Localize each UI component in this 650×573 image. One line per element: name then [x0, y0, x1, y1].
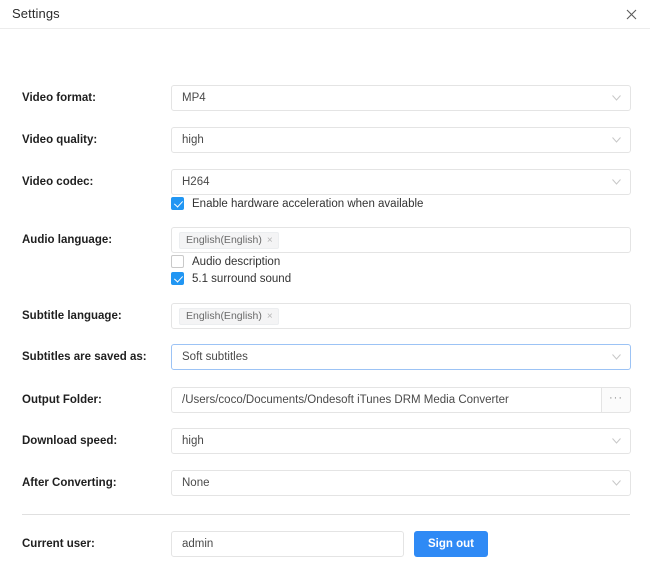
video-format-select[interactable]: MP4	[171, 85, 631, 111]
surround-sound-label: 5.1 surround sound	[192, 273, 291, 285]
row-subtitles-saved-as: Subtitles are saved as: Soft subtitles	[0, 344, 650, 370]
chevron-down-icon	[612, 95, 621, 101]
video-codec-value: H264	[182, 170, 602, 194]
subtitle-language-tag-text: English(English)	[186, 310, 262, 322]
hardware-acceleration-checkbox-row[interactable]: Enable hardware acceleration when availa…	[171, 195, 423, 212]
subtitle-language-input[interactable]: English(English) ×	[171, 303, 631, 329]
subtitle-language-tag: English(English) ×	[179, 308, 279, 325]
label-output-folder: Output Folder:	[22, 387, 162, 413]
chevron-down-icon	[612, 438, 621, 444]
video-format-value: MP4	[182, 86, 602, 110]
output-folder-input[interactable]: /Users/coco/Documents/Ondesoft iTunes DR…	[171, 387, 631, 413]
after-converting-value: None	[182, 471, 602, 495]
row-subtitle-language: Subtitle language: English(English) ×	[0, 303, 650, 329]
audio-description-checkbox-row[interactable]: Audio description	[171, 253, 280, 270]
row-audio-language: Audio language: English(English) ×	[0, 227, 650, 253]
label-after-converting: After Converting:	[22, 470, 162, 496]
chevron-down-icon	[612, 354, 621, 360]
label-download-speed: Download speed:	[22, 428, 162, 454]
output-folder-value: /Users/coco/Documents/Ondesoft iTunes DR…	[182, 388, 596, 412]
label-video-codec: Video codec:	[22, 169, 162, 195]
remove-tag-icon[interactable]: ×	[267, 309, 273, 324]
label-video-format: Video format:	[22, 85, 162, 111]
label-current-user: Current user:	[22, 531, 162, 557]
video-codec-select[interactable]: H264	[171, 169, 631, 195]
after-converting-select[interactable]: None	[171, 470, 631, 496]
current-user-input[interactable]: admin	[171, 531, 404, 557]
row-output-folder: Output Folder: /Users/coco/Documents/Ond…	[0, 387, 650, 413]
remove-tag-icon[interactable]: ×	[267, 233, 273, 248]
sign-out-button[interactable]: Sign out	[414, 531, 488, 557]
browse-ellipsis-icon: ···	[609, 394, 623, 402]
label-subtitle-language: Subtitle language:	[22, 303, 162, 329]
video-quality-value: high	[182, 128, 602, 152]
label-subtitles-saved-as: Subtitles are saved as:	[22, 344, 162, 370]
row-video-quality: Video quality: high	[0, 127, 650, 153]
row-current-user: Current user: admin Sign out	[0, 531, 650, 557]
row-video-codec: Video codec: H264	[0, 169, 650, 195]
audio-description-label: Audio description	[192, 256, 280, 268]
section-divider	[22, 514, 630, 515]
hardware-acceleration-label: Enable hardware acceleration when availa…	[192, 198, 423, 210]
current-user-value: admin	[182, 532, 375, 556]
chevron-down-icon	[612, 179, 621, 185]
subtitles-saved-as-value: Soft subtitles	[182, 345, 602, 369]
audio-language-input[interactable]: English(English) ×	[171, 227, 631, 253]
audio-language-tag: English(English) ×	[179, 232, 279, 249]
audio-description-checkbox[interactable]	[171, 255, 184, 268]
close-icon[interactable]	[620, 3, 642, 25]
chevron-down-icon	[612, 480, 621, 486]
label-video-quality: Video quality:	[22, 127, 162, 153]
download-speed-value: high	[182, 429, 602, 453]
row-after-converting: After Converting: None	[0, 470, 650, 496]
hardware-acceleration-checkbox[interactable]	[171, 197, 184, 210]
label-audio-language: Audio language:	[22, 227, 162, 253]
window-titlebar: Settings	[0, 0, 650, 29]
browse-folder-button[interactable]: ···	[601, 387, 631, 413]
video-quality-select[interactable]: high	[171, 127, 631, 153]
page-title: Settings	[12, 6, 60, 21]
download-speed-select[interactable]: high	[171, 428, 631, 454]
surround-sound-checkbox[interactable]	[171, 272, 184, 285]
subtitles-saved-as-select[interactable]: Soft subtitles	[171, 344, 631, 370]
row-video-format: Video format: MP4	[0, 85, 650, 111]
audio-language-tag-text: English(English)	[186, 234, 262, 246]
row-download-speed: Download speed: high	[0, 428, 650, 454]
chevron-down-icon	[612, 137, 621, 143]
surround-sound-checkbox-row[interactable]: 5.1 surround sound	[171, 270, 291, 287]
